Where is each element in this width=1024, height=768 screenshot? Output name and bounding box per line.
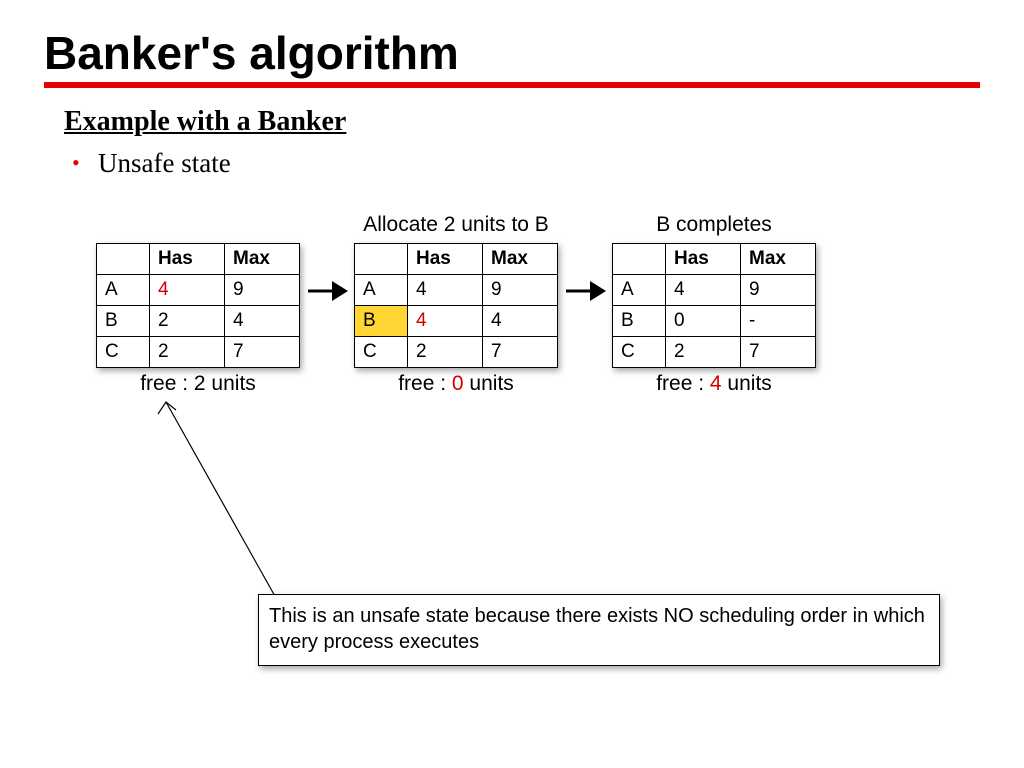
free-units-label: free : 4 units — [612, 372, 816, 396]
row-has: 2 — [408, 337, 483, 368]
row-name: A — [355, 275, 408, 306]
state-table: HasMaxA49B44C27 — [354, 243, 558, 368]
section-subtitle: Example with a Banker — [0, 88, 1024, 138]
table-row: A49 — [613, 275, 816, 306]
tables-container: HasMaxA49B24C27free : 2 unitsAllocate 2 … — [0, 213, 1024, 396]
table-caption — [96, 213, 300, 239]
col-header-max: Max — [483, 244, 558, 275]
row-name: A — [613, 275, 666, 306]
col-header-has: Has — [150, 244, 225, 275]
state-table: HasMaxA49B0-C27 — [612, 243, 816, 368]
table-row: C27 — [613, 337, 816, 368]
bullet-row: •Unsafe state — [0, 138, 1024, 179]
callout-connector-line — [150, 398, 350, 618]
bullet-dot-icon: • — [72, 150, 98, 176]
state-table: HasMaxA49B24C27 — [96, 243, 300, 368]
row-max: 4 — [225, 306, 300, 337]
row-max: 7 — [225, 337, 300, 368]
free-units-label: free : 2 units — [96, 372, 300, 396]
table-row: C27 — [97, 337, 300, 368]
table-row: A49 — [97, 275, 300, 306]
table-caption: B completes — [612, 213, 816, 239]
row-name: B — [613, 306, 666, 337]
table-row: A49 — [355, 275, 558, 306]
col-header-has: Has — [666, 244, 741, 275]
row-name: C — [97, 337, 150, 368]
col-header-max: Max — [225, 244, 300, 275]
table-row: B0- — [613, 306, 816, 337]
row-has: 4 — [150, 275, 225, 306]
row-max: 4 — [483, 306, 558, 337]
table-row: B44 — [355, 306, 558, 337]
row-name: B — [97, 306, 150, 337]
state-table-block: HasMaxA49B24C27free : 2 units — [96, 213, 300, 396]
row-name: C — [613, 337, 666, 368]
arrow-right-icon — [300, 213, 354, 307]
row-has: 2 — [150, 337, 225, 368]
state-table-block: B completesHasMaxA49B0-C27free : 4 units — [612, 213, 816, 396]
row-name: C — [355, 337, 408, 368]
row-has: 2 — [666, 337, 741, 368]
row-max: 9 — [483, 275, 558, 306]
table-caption: Allocate 2 units to B — [354, 213, 558, 239]
col-header-has: Has — [408, 244, 483, 275]
row-has: 2 — [150, 306, 225, 337]
callout-box: This is an unsafe state because there ex… — [258, 594, 940, 666]
row-max: 9 — [225, 275, 300, 306]
row-max: 9 — [741, 275, 816, 306]
row-max: - — [741, 306, 816, 337]
row-has: 4 — [666, 275, 741, 306]
row-max: 7 — [483, 337, 558, 368]
table-row: C27 — [355, 337, 558, 368]
free-units-label: free : 0 units — [354, 372, 558, 396]
state-table-block: Allocate 2 units to BHasMaxA49B44C27free… — [354, 213, 558, 396]
slide-title: Banker's algorithm — [0, 0, 1024, 82]
row-has: 0 — [666, 306, 741, 337]
table-row: B24 — [97, 306, 300, 337]
arrow-right-icon — [558, 213, 612, 307]
col-header-max: Max — [741, 244, 816, 275]
row-has: 4 — [408, 306, 483, 337]
bullet-text: Unsafe state — [98, 148, 231, 178]
row-max: 7 — [741, 337, 816, 368]
row-name: A — [97, 275, 150, 306]
row-has: 4 — [408, 275, 483, 306]
row-name: B — [355, 306, 408, 337]
